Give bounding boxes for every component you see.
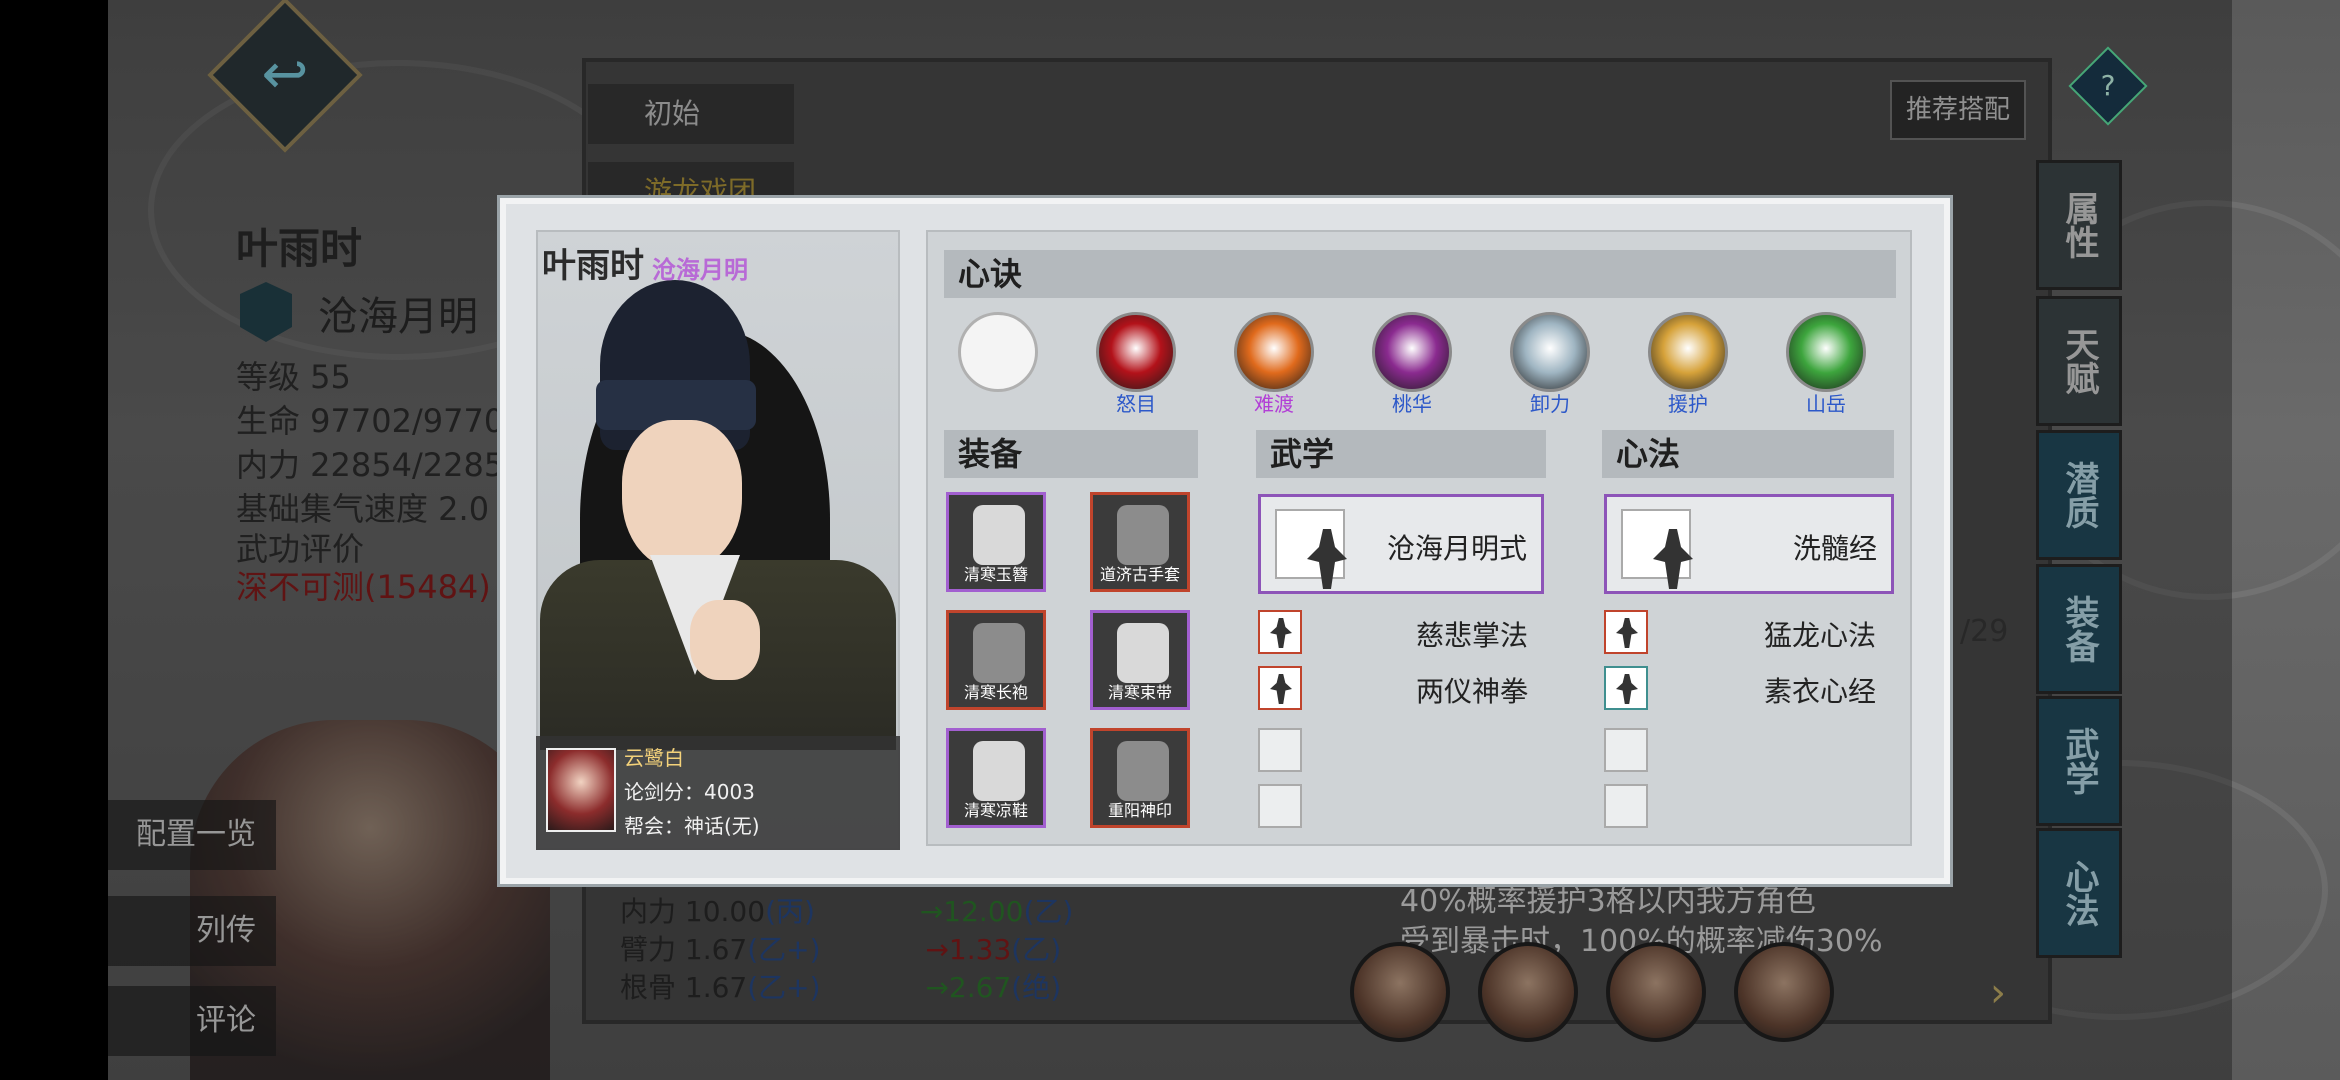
- xinjue-label: 援护: [1668, 392, 1708, 416]
- xinjue-slot[interactable]: [1648, 312, 1728, 392]
- xinjue-label: 卸力: [1530, 392, 1570, 416]
- main-mind-name: 洗髓经: [1792, 532, 1877, 565]
- empty-martial-slot[interactable]: [1258, 728, 1302, 772]
- martial-skill-icon[interactable]: [1258, 666, 1302, 710]
- character-portrait: [540, 270, 896, 750]
- sword-score: 论剑分：4003: [624, 780, 755, 804]
- xinjue-slot[interactable]: [1786, 312, 1866, 392]
- equipment-slot[interactable]: 清寒凉鞋: [946, 728, 1046, 828]
- mind-skill-name: 素衣心经: [1764, 675, 1877, 708]
- seal-icon: [1117, 741, 1169, 801]
- card-character-name: 叶雨时: [542, 246, 644, 286]
- xinjue-label: 山岳: [1806, 392, 1846, 416]
- owner-name: 云鹭白: [624, 746, 684, 770]
- xinjue-header: 心诀: [944, 250, 1896, 298]
- main-mind-skill[interactable]: 洗髓经: [1604, 494, 1894, 594]
- hairpin-icon: [973, 505, 1025, 565]
- mind-skill-icon[interactable]: [1604, 666, 1648, 710]
- equipment-slot[interactable]: 清寒玉簪: [946, 492, 1046, 592]
- equipment-label: 清寒玉簪: [963, 565, 1028, 584]
- mind-skill-name: 猛龙心法: [1764, 619, 1877, 652]
- equipment-label: 重阳神印: [1107, 801, 1172, 820]
- martial-skill-name: 两仪神拳: [1416, 675, 1529, 708]
- xinjue-label: 桃华: [1392, 392, 1432, 416]
- belt-icon: [1117, 623, 1169, 683]
- owner-avatar: [546, 748, 616, 832]
- equipment-label: 清寒束带: [1107, 683, 1172, 702]
- glove-icon: [1117, 505, 1169, 565]
- equipment-label: 清寒凉鞋: [963, 801, 1028, 820]
- martial-skill-icon[interactable]: [1258, 610, 1302, 654]
- equipment-label: 清寒长袍: [963, 683, 1028, 702]
- equipment-slot[interactable]: 重阳神印: [1090, 728, 1190, 828]
- card-character-title: 沧海月明: [652, 256, 748, 284]
- meditation-figure-icon: [1621, 509, 1693, 589]
- martial-header: 武学: [1256, 430, 1546, 478]
- equipment-slot[interactable]: 清寒束带: [1090, 610, 1190, 710]
- boots-icon: [973, 741, 1025, 801]
- mind-skill-icon[interactable]: [1604, 610, 1648, 654]
- martial-figure-icon: [1275, 509, 1347, 589]
- xinjue-label: 难渡: [1254, 392, 1294, 416]
- guild-info: 帮会：神话(无): [624, 814, 760, 838]
- equipment-slot[interactable]: 清寒长袍: [946, 610, 1046, 710]
- empty-mind-slot[interactable]: [1604, 784, 1648, 828]
- equipment-label: 道济古手套: [1099, 565, 1180, 584]
- xinjue-label: 怒目: [1116, 392, 1156, 416]
- robe-icon: [973, 623, 1025, 683]
- xinjue-slot[interactable]: [1096, 312, 1176, 392]
- empty-xinjue-slot[interactable]: [958, 312, 1038, 392]
- martial-skill-name: 慈悲掌法: [1416, 619, 1529, 652]
- xinjue-slot[interactable]: [1234, 312, 1314, 392]
- mind-header: 心法: [1602, 430, 1894, 478]
- xinjue-slot[interactable]: [1510, 312, 1590, 392]
- equipment-slot[interactable]: 道济古手套: [1090, 492, 1190, 592]
- empty-mind-slot[interactable]: [1604, 728, 1648, 772]
- empty-martial-slot[interactable]: [1258, 784, 1302, 828]
- main-martial-skill[interactable]: 沧海月明式: [1258, 494, 1544, 594]
- main-martial-name: 沧海月明式: [1386, 532, 1527, 565]
- xinjue-slot[interactable]: [1372, 312, 1452, 392]
- equipment-header: 装备: [944, 430, 1198, 478]
